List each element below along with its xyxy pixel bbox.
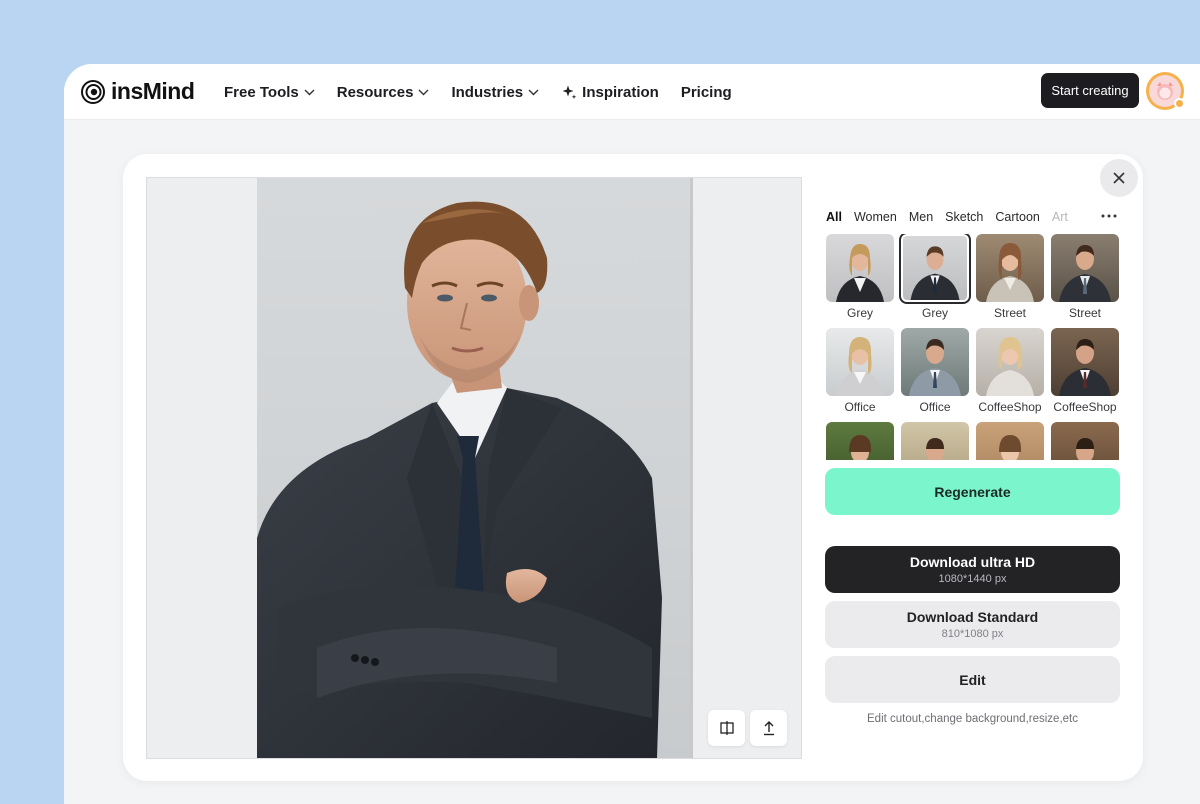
style-thumbnail bbox=[976, 422, 1044, 460]
style-thumbnail bbox=[901, 422, 969, 460]
woman-portrait-thumb bbox=[849, 435, 872, 460]
style-tile[interactable]: CoffeeShop bbox=[976, 328, 1044, 414]
woman-portrait-thumb bbox=[836, 244, 884, 302]
style-grid: Grey Grey Street Street Office Office Co… bbox=[826, 234, 1124, 460]
sparkle-icon bbox=[562, 85, 577, 100]
download-standard-button[interactable]: Download Standard 810*1080 px bbox=[825, 601, 1120, 648]
more-dots-icon bbox=[1101, 214, 1117, 218]
download-ultra-hd-button[interactable]: Download ultra HD 1080*1440 px bbox=[825, 546, 1120, 593]
man-portrait-thumb bbox=[1059, 245, 1111, 302]
woman-portrait-thumb bbox=[986, 243, 1034, 302]
avatar[interactable] bbox=[1146, 72, 1185, 110]
edit-hint-text: Edit cutout,change background,resize,etc bbox=[867, 713, 1078, 725]
nav-label: Resources bbox=[336, 83, 414, 101]
share-button[interactable] bbox=[750, 710, 787, 746]
style-label: CoffeeShop bbox=[978, 400, 1042, 414]
nav-label: Industries bbox=[451, 83, 524, 101]
chevron-down-icon bbox=[304, 89, 315, 95]
tab-sketch[interactable]: Sketch bbox=[945, 210, 983, 224]
style-tile[interactable] bbox=[1051, 422, 1119, 460]
style-label: Street bbox=[1068, 306, 1101, 320]
result-modal: All Women Men Sketch Cartoon Art Grey Gr… bbox=[123, 154, 1143, 781]
style-tile[interactable] bbox=[901, 422, 969, 460]
chevron-down-icon bbox=[528, 89, 539, 95]
nav-industries[interactable]: Industries bbox=[451, 84, 539, 101]
style-tile[interactable] bbox=[976, 422, 1044, 460]
button-title: Download Standard bbox=[906, 609, 1039, 625]
style-thumbnail bbox=[826, 422, 894, 460]
cat-avatar-icon bbox=[1157, 82, 1173, 100]
man-in-suit-image bbox=[257, 201, 662, 758]
edit-button[interactable]: Edit bbox=[825, 656, 1120, 703]
start-creating-button[interactable]: Start creating bbox=[1041, 73, 1139, 108]
woman-portrait-thumb bbox=[999, 435, 1022, 460]
top-nav-bar: insMind Free Tools Resources Industries … bbox=[64, 64, 1200, 120]
style-tile[interactable]: Office bbox=[826, 328, 894, 414]
style-tile[interactable]: Street bbox=[1051, 234, 1119, 320]
close-button[interactable] bbox=[1100, 159, 1138, 197]
style-tile-selected[interactable]: Grey bbox=[899, 234, 971, 320]
tab-women[interactable]: Women bbox=[854, 210, 897, 224]
style-thumbnail bbox=[899, 234, 971, 304]
regenerate-button[interactable]: Regenerate bbox=[825, 468, 1120, 515]
resolution-label: 1080*1440 px bbox=[938, 573, 1007, 585]
image-preview bbox=[146, 177, 802, 759]
woman-portrait-thumb bbox=[836, 337, 884, 396]
style-tile[interactable]: Grey bbox=[826, 234, 894, 320]
woman-portrait-thumb bbox=[986, 337, 1034, 396]
nav-label: Free Tools bbox=[224, 83, 299, 101]
status-dot bbox=[1174, 98, 1185, 109]
style-thumbnail bbox=[901, 328, 969, 396]
headshot-photo bbox=[257, 178, 693, 758]
style-label: Office bbox=[919, 400, 951, 414]
chevron-down-icon bbox=[418, 89, 429, 95]
style-tile[interactable]: Street bbox=[976, 234, 1044, 320]
style-thumbnail bbox=[826, 328, 894, 396]
compare-icon bbox=[719, 721, 734, 735]
button-title: Download ultra HD bbox=[909, 554, 1036, 570]
nav-free-tools[interactable]: Free Tools bbox=[224, 84, 315, 101]
style-thumbnail bbox=[1051, 328, 1119, 396]
style-thumbnail bbox=[976, 234, 1044, 302]
tab-art[interactable]: Art bbox=[1052, 210, 1068, 224]
category-tabs: All Women Men Sketch Cartoon Art bbox=[826, 209, 1126, 225]
nav-label: Pricing bbox=[680, 83, 732, 101]
man-portrait-thumb bbox=[926, 438, 944, 460]
style-tile[interactable]: CoffeeShop bbox=[1051, 328, 1119, 414]
tab-all[interactable]: All bbox=[826, 210, 842, 224]
tab-men[interactable]: Men bbox=[909, 210, 933, 224]
logo[interactable]: insMind bbox=[81, 78, 195, 105]
man-portrait-thumb bbox=[910, 246, 960, 300]
style-label: Grey bbox=[846, 306, 873, 320]
upload-icon bbox=[763, 721, 774, 736]
resolution-label: 810*1080 px bbox=[941, 628, 1004, 640]
logo-spiral-icon bbox=[81, 79, 105, 104]
style-tile[interactable] bbox=[826, 422, 894, 460]
style-label: Office bbox=[844, 400, 876, 414]
more-categories-button[interactable] bbox=[1098, 206, 1120, 226]
man-portrait-thumb bbox=[909, 339, 961, 396]
compare-button[interactable] bbox=[708, 710, 745, 746]
close-icon bbox=[1113, 172, 1125, 184]
style-thumbnail bbox=[976, 328, 1044, 396]
tab-cartoon[interactable]: Cartoon bbox=[995, 210, 1039, 224]
style-label: Grey bbox=[921, 306, 948, 320]
nav-pricing[interactable]: Pricing bbox=[681, 84, 732, 101]
logo-text: insMind bbox=[111, 78, 195, 104]
man-portrait-thumb bbox=[1059, 339, 1111, 396]
nav-label: Inspiration bbox=[582, 83, 659, 101]
man-portrait-thumb bbox=[1076, 438, 1094, 460]
main-nav: Free Tools Resources Industries Inspirat… bbox=[224, 64, 732, 120]
style-tile[interactable]: Office bbox=[901, 328, 969, 414]
style-thumbnail bbox=[826, 234, 894, 302]
style-label: Street bbox=[993, 306, 1026, 320]
nav-inspiration[interactable]: Inspiration bbox=[561, 84, 659, 101]
nav-resources[interactable]: Resources bbox=[337, 84, 430, 101]
style-thumbnail bbox=[1051, 422, 1119, 460]
style-thumbnail bbox=[1051, 234, 1119, 302]
style-label: CoffeeShop bbox=[1053, 400, 1117, 414]
